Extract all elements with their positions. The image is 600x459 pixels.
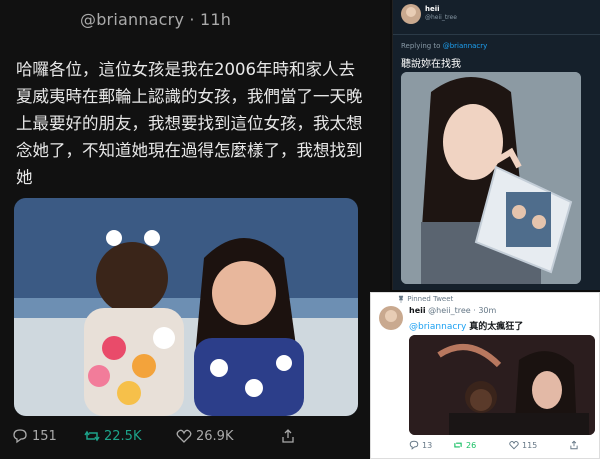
share-icon — [570, 440, 578, 450]
retweet-count: 26 — [466, 440, 477, 450]
replying-prefix: Replying to — [401, 42, 441, 50]
like-button[interactable]: 26.9K — [176, 428, 233, 444]
retweet-button[interactable]: 26 — [453, 440, 476, 450]
reply-tweet-panel: heii @heii_tree Replying to @briannacry … — [392, 0, 600, 290]
like-count: 115 — [522, 440, 538, 450]
retweet-button[interactable]: 22.5K — [84, 428, 141, 444]
main-tweet-panel: @briannacry · 11h 哈囉各位，這位女孩是我在2006年時和家人去… — [0, 0, 390, 459]
pinned-text-line: @briannacry 真的太瘋狂了 — [409, 319, 523, 332]
share-button[interactable] — [280, 428, 296, 444]
pinned-photo[interactable] — [409, 335, 595, 435]
reply-icon — [13, 429, 27, 444]
pinned-photo-image — [409, 335, 595, 435]
reply-button[interactable]: 13 — [409, 440, 432, 450]
retweet-icon — [454, 442, 462, 448]
tweet-photo-image — [14, 198, 358, 416]
reply-display-name[interactable]: heii — [425, 5, 440, 13]
reply-count: 151 — [32, 428, 57, 444]
pinned-tweet-text: 真的太瘋狂了 — [469, 322, 524, 332]
avatar[interactable] — [401, 4, 421, 24]
share-icon — [282, 429, 294, 443]
reply-count: 13 — [422, 440, 433, 450]
replying-to-link[interactable]: @briannacry — [443, 42, 488, 50]
pinned-actions: 13 26 115 — [409, 440, 595, 454]
pinned-mention[interactable]: @briannacry — [409, 322, 466, 332]
like-button[interactable]: 115 — [509, 440, 537, 450]
like-count: 26.9K — [196, 428, 234, 444]
pinned-text: Pinned Tweet — [407, 295, 454, 303]
pinned-handle-time[interactable]: @heii_tree · 30m — [428, 306, 496, 315]
reply-photo[interactable] — [401, 72, 581, 284]
retweet-icon — [84, 430, 100, 442]
like-icon — [176, 429, 192, 443]
pinned-display-name[interactable]: heii — [409, 306, 426, 315]
pinned-label: Pinned Tweet — [397, 295, 453, 303]
like-icon — [509, 440, 519, 450]
replying-to-line: Replying to @briannacry — [401, 42, 487, 50]
divider — [393, 34, 600, 35]
pin-icon — [398, 295, 404, 303]
avatar[interactable] — [379, 306, 403, 330]
reply-text: 聽說妳在找我 — [401, 59, 461, 70]
reply-button[interactable]: 151 — [12, 428, 57, 444]
tweet-photo[interactable] — [14, 198, 358, 416]
reply-photo-image — [401, 72, 581, 284]
share-button[interactable] — [569, 440, 579, 450]
tweet-actions: 151 22.5K 26.9K — [12, 428, 372, 450]
reply-icon — [409, 440, 419, 450]
tweet-text: 哈囉各位，這位女孩是我在2006年時和家人去夏威夷時在郵輪上認識的女孩，我們當了… — [16, 60, 363, 187]
pinned-tweet-panel: Pinned Tweet heii @heii_tree · 30m @bria… — [370, 292, 600, 459]
retweet-count: 22.5K — [104, 428, 142, 444]
tweet-handle[interactable]: @briannacry · 11h — [80, 10, 231, 29]
reply-handle[interactable]: @heii_tree — [425, 14, 457, 21]
pinned-name-line: heii @heii_tree · 30m — [409, 306, 496, 315]
